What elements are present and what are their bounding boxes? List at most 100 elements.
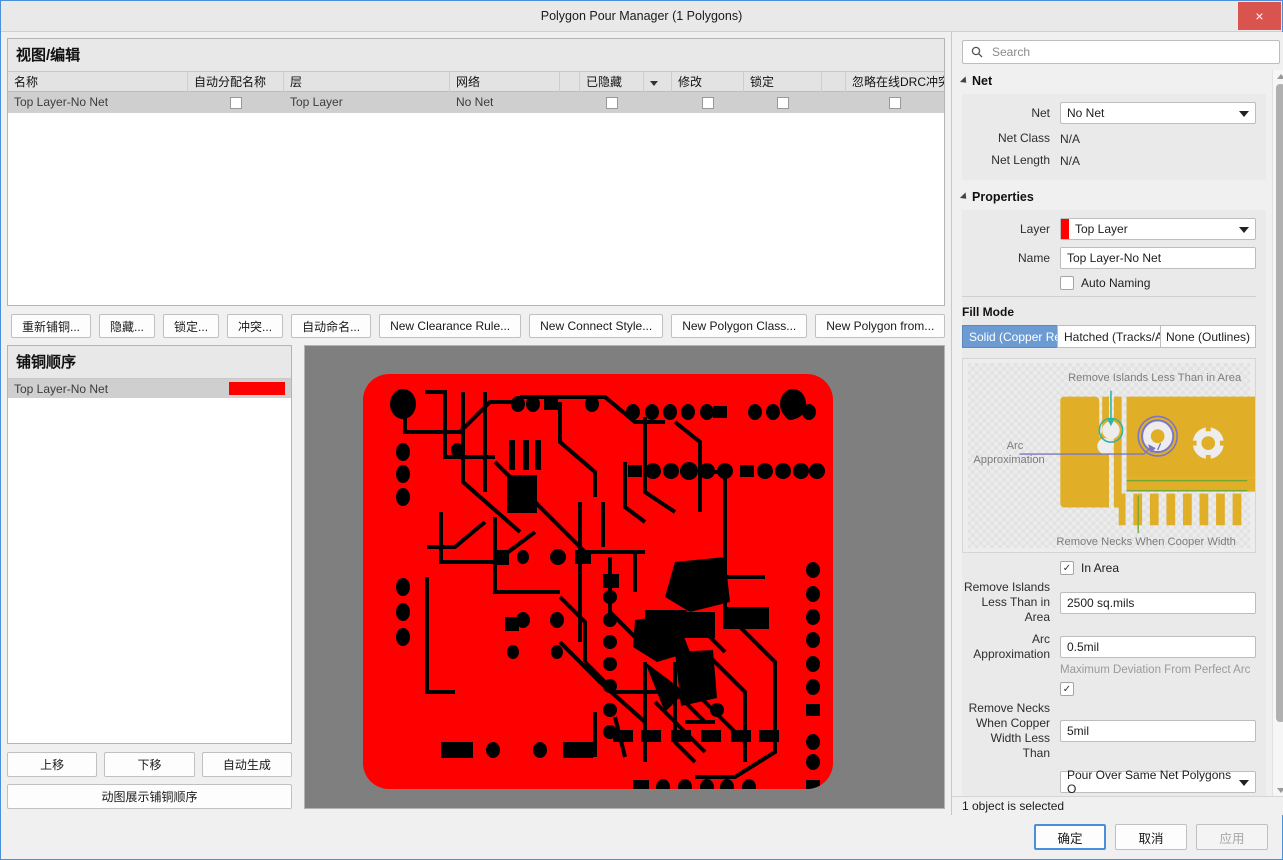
list-item[interactable]: Top Layer-No Net	[8, 379, 291, 398]
layer-label: Layer	[1019, 221, 1050, 236]
net-select[interactable]: No Net	[1060, 102, 1256, 124]
name-label: Name	[1017, 250, 1050, 265]
illustration-label-arc-1: Arc	[1007, 440, 1024, 452]
search-area	[952, 32, 1283, 70]
pour-order-buttons: 上移 下移 自动生成	[7, 752, 292, 777]
lock-button[interactable]: 锁定...	[163, 314, 220, 338]
scrollbar-thumb[interactable]	[1276, 84, 1283, 722]
in-area-control[interactable]: ✓ In Area	[1060, 561, 1119, 575]
remove-necks-control[interactable]: ✓	[1060, 682, 1074, 696]
new-connect-style-button[interactable]: New Connect Style...	[529, 314, 664, 338]
cell-spacer-2	[822, 92, 846, 113]
dialog-body: 视图/编辑 名称 自动分配名称 层 网络 已隐藏 修改 锁定 忽略在线DRC冲突…	[1, 32, 1283, 815]
pour-order-item-label: Top Layer-No Net	[14, 381, 109, 396]
auto-generate-button[interactable]: 自动生成	[201, 752, 292, 777]
layer-select[interactable]: Top Layer	[1060, 218, 1256, 240]
auto-name-button[interactable]: 自动命名...	[291, 314, 372, 338]
arc-approx-input[interactable]: 0.5mil	[1060, 636, 1256, 658]
arc-approx-hint: Maximum Deviation From Perfect Arc	[1060, 664, 1251, 676]
column-header-net[interactable]: 网络	[450, 71, 560, 92]
properties-section-title: Properties	[972, 190, 1034, 204]
cell-name: Top Layer-No Net	[14, 95, 109, 109]
title-bar: Polygon Pour Manager (1 Polygons) ×	[1, 1, 1282, 32]
scroll-up-arrow-icon[interactable]	[1273, 70, 1283, 82]
remove-necks-input[interactable]: 5mil	[1060, 720, 1256, 742]
animate-pour-order-button[interactable]: 动图展示铺铜顺序	[7, 784, 292, 809]
new-polygon-from-button[interactable]: New Polygon from...	[815, 314, 946, 338]
remove-islands-label: Remove Islands Less Than in Area	[963, 580, 1050, 624]
properties-divider	[962, 296, 1256, 297]
new-polygon-class-button[interactable]: New Polygon Class...	[671, 314, 808, 338]
arc-approx-label: Arc Approximation	[973, 632, 1050, 661]
pcb-preview[interactable]	[304, 345, 945, 809]
in-area-row: ✓ In Area	[962, 561, 1256, 575]
arc-approx-value: 0.5mil	[1067, 640, 1100, 654]
view-edit-empty-area	[8, 113, 944, 305]
properties-section-header[interactable]: Properties	[959, 190, 1266, 204]
cell-locked-checkbox[interactable]	[744, 92, 822, 113]
illustration-svg: Remove Islands Less Than in Area Arc App…	[967, 362, 1255, 548]
collapse-chevron-icon-2[interactable]	[959, 192, 970, 202]
left-column: 视图/编辑 名称 自动分配名称 层 网络 已隐藏 修改 锁定 忽略在线DRC冲突…	[1, 32, 951, 815]
net-label: Net	[1031, 105, 1050, 120]
properties-scrollbar[interactable]	[1272, 70, 1283, 796]
net-class-label: Net Class	[997, 131, 1050, 145]
cell-modified-checkbox[interactable]	[672, 92, 744, 113]
cell-auto-name-checkbox[interactable]	[188, 92, 284, 113]
column-header-locked[interactable]: 锁定	[744, 71, 822, 92]
polygon-toolbar: 重新铺铜... 隐藏... 锁定... 冲突... 自动命名... New Cl…	[1, 306, 951, 345]
column-header-name[interactable]: 名称	[8, 71, 188, 92]
new-clearance-rule-button[interactable]: New Clearance Rule...	[379, 314, 522, 338]
search-input[interactable]	[990, 44, 1271, 60]
pour-order-panel: 铺铜顺序 Top Layer-No Net 上移 下移 自动生成 动图展示铺铜顺	[7, 345, 292, 809]
remove-necks-checkbox[interactable]: ✓	[1060, 682, 1074, 696]
remove-necks-check-row: ✓	[962, 682, 1256, 696]
net-class-value: N/A	[1060, 131, 1081, 146]
move-up-button[interactable]: 上移	[7, 752, 98, 777]
ok-button[interactable]: 确定	[1034, 824, 1106, 850]
cancel-button[interactable]: 取消	[1115, 824, 1187, 850]
arc-approx-row: Arc Approximation 0.5mil	[962, 632, 1256, 662]
cell-hidden-checkbox[interactable]	[580, 92, 644, 113]
remove-necks-value: 5mil	[1067, 724, 1090, 738]
search-box[interactable]	[962, 40, 1280, 64]
in-area-checkbox[interactable]: ✓	[1060, 561, 1074, 575]
column-header-auto-name[interactable]: 自动分配名称	[188, 71, 284, 92]
illustration-label-bottom: Remove Necks When Cooper Width	[1056, 536, 1235, 548]
net-class-row: Net Class N/A	[962, 131, 1256, 146]
collapse-chevron-icon[interactable]	[959, 76, 970, 86]
auto-naming-checkbox[interactable]	[1060, 276, 1074, 290]
fill-mode-solid-button[interactable]: Solid (Copper Region)	[962, 325, 1058, 348]
move-down-button[interactable]: 下移	[104, 752, 195, 777]
column-filter-chevron-down-icon[interactable]	[644, 71, 672, 92]
cell-layer: Top Layer	[290, 95, 343, 109]
hide-button[interactable]: 隐藏...	[99, 314, 156, 338]
column-header-modified[interactable]: 修改	[672, 71, 744, 92]
layer-row: Layer Top Layer	[962, 218, 1256, 240]
close-icon[interactable]: ×	[1238, 2, 1281, 30]
remove-necks-label: Remove Necks When Copper Width Less Than	[968, 701, 1050, 760]
column-header-layer[interactable]: 层	[284, 71, 450, 92]
properties-content: Net Net No Net Net Class N/A Net Length …	[959, 74, 1283, 796]
conflict-button[interactable]: 冲突...	[227, 314, 284, 338]
illustration-label-top: Remove Islands Less Than in Area	[1068, 372, 1242, 384]
column-header-ignore-drc[interactable]: 忽略在线DRC冲突	[846, 72, 944, 92]
net-section-header[interactable]: Net	[959, 74, 1266, 88]
repour-button[interactable]: 重新铺铜...	[11, 314, 92, 338]
apply-button: 应用	[1196, 824, 1268, 850]
layer-color-swatch	[1061, 219, 1069, 239]
table-row[interactable]: Top Layer-No Net Top Layer No Net	[8, 92, 944, 113]
remove-islands-input[interactable]: 2500 sq.mils	[1060, 591, 1256, 614]
net-row: Net No Net	[962, 102, 1256, 124]
cell-ignore-drc-checkbox[interactable]	[846, 92, 944, 113]
net-card: Net No Net Net Class N/A Net Length N/A	[962, 94, 1266, 180]
scroll-down-arrow-icon[interactable]	[1273, 784, 1283, 796]
auto-naming-control[interactable]: Auto Naming	[1060, 276, 1150, 290]
pour-over-select[interactable]: Pour Over Same Net Polygons O	[1060, 768, 1256, 796]
name-input[interactable]: Top Layer-No Net	[1060, 247, 1256, 269]
lower-section: 铺铜顺序 Top Layer-No Net 上移 下移 自动生成 动图展示铺铜顺	[1, 345, 951, 815]
net-select-value: No Net	[1067, 106, 1105, 120]
fill-mode-hatched-button[interactable]: Hatched (Tracks/Arcs)	[1057, 325, 1161, 348]
column-header-hidden[interactable]: 已隐藏	[580, 71, 644, 92]
fill-mode-none-button[interactable]: None (Outlines)	[1160, 325, 1256, 348]
